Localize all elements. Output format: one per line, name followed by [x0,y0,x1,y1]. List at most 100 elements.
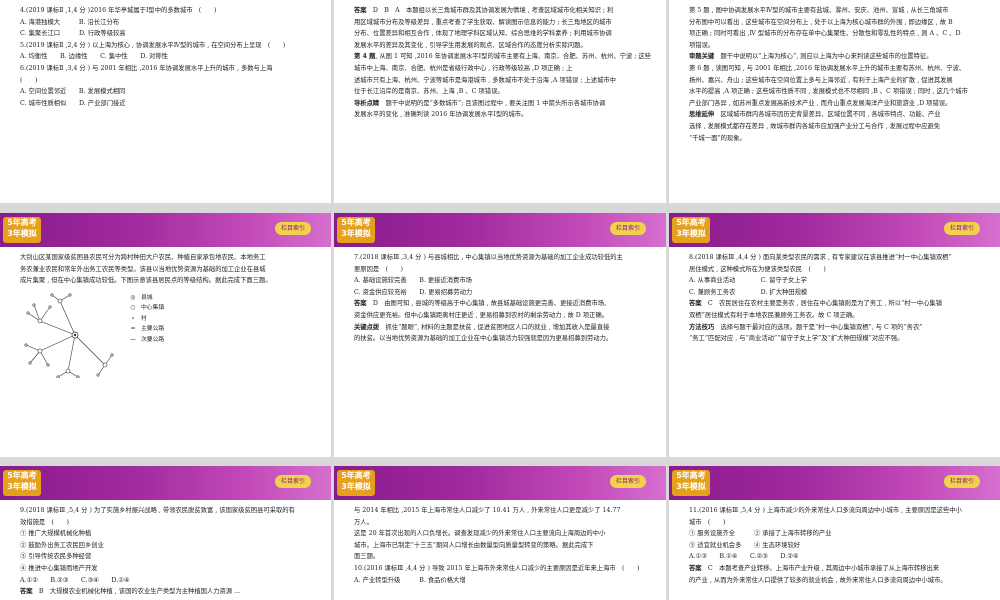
text-line: 第 6 题 , 读图可知 , 与 2001 年相比 ,2016 年协调发展水平上… [689,64,966,72]
slide-header: 5年高考 3年模拟 栏目索引 [334,213,666,247]
logo-line-1: 5年高考 [7,471,37,480]
slide-5: 5年高考 3年模拟 栏目索引 7.(2018 课标Ⅲ ,3,4 分 ) 与县城相比… [334,213,666,457]
logo-line-2: 3年模拟 [7,229,37,238]
text-line: 的扶贫。以当地优势资源为基础的加工企业在中心集镇活力较强就是因为更易招募到劳动力… [354,335,613,343]
text-line: A. 基础设施较完善 B. 更接近消费市场 [354,277,472,285]
ext-line: 思维延伸 区域城市群内各城市因历史背景差异、区域位置不同 , 各城市特点、功能、… [689,109,986,121]
text-line: A.①③ B.①④ C.②③ D.②④ [689,553,799,561]
legend-item: ━ 主要公路 [125,324,164,335]
text-line: C. 兼顾务工务农 D. 扩大种田规模 [689,288,808,296]
slide-6-body: 8.(2018 课标Ⅲ ,4,4 分 ) 面向某类型农民的需求 , 有专家建议在… [669,247,1000,345]
text-line: ③ 适宜就业机会多 ④ 生态环境较好 [689,541,801,549]
slide-9: 5年高考 3年模拟 栏目索引 11.(2016 课标Ⅲ ,5,4 分 ) 上海市减… [669,466,1000,600]
legend-symbol: ━ [131,326,135,333]
slide-1: 4.(2019 课标Ⅱ ,1,4 分 )2016 年华亭城属于Ⅰ型中的多数城市 … [0,0,331,203]
legend-item: ∘ 村 [125,314,164,325]
logo: 5年高考 3年模拟 [3,217,41,243]
text-line: 万人。 [354,518,373,526]
answer-text: C 本题考查产业转移。上海市产业升级 , 其周边中小城市承接了从上海市转移出来 [707,564,940,572]
review-label: 审题关键 [689,53,715,61]
logo-line-2: 3年模拟 [7,482,37,491]
text-line: 项正确 ; 同时可看出 ,Ⅳ 型城市的分布存在单中心集聚性、分散性和零乱性的特点… [689,30,961,38]
text-line: 发展水平的差异及其变化 , 引导学生用发展的观点、区域合作的态度分析实际问题。 [354,41,587,49]
text-line: 城市 ( ) [689,518,726,526]
answer-text: D 由图可知 , 县城的等级高于中心集镇 , 故县城基础设施更完善、更接近消费市… [372,300,611,308]
logo: 5年高考 3年模拟 [672,470,710,496]
answer-label: 答案 [689,564,702,572]
answer-label: 答案 [354,7,367,14]
text-line: 5.(2019 课标Ⅱ ,2,4 分 ) 以上海为核心 , 协调发展水平Ⅳ型的城… [20,41,286,49]
legend-item: ○ 中心集镇 [125,303,164,314]
key-label: 关键点拨 [354,323,380,331]
text-line: 大别山区某国家级贫困县农民可分为跨村种田大户农民、种植自家承包地农民、本地务工 [20,254,266,261]
answer-label: 答案 [689,300,702,308]
answer-line: 答案 D 由图可知 , 县城的等级高于中心集镇 , 故县城基础设施更完善、更接近… [354,298,652,310]
text-line: 10.(2016 课标Ⅲ ,4,4 分 ) 导致 2015 年上海市外来常住人口… [354,564,640,572]
logo-line-2: 3年模拟 [341,229,371,238]
legend-label: 主要公路 [141,326,165,333]
index-button[interactable]: 栏目索引 [943,475,980,488]
text-line: 面三题。 [354,553,380,561]
text-line: C. 城市性质相似 D. 产业部门接近 [20,99,126,107]
text-line: 与 2014 年相比 ,2015 年上海市常住人口减少了 10.41 万人 , … [354,507,621,514]
ext-label: 思维延伸 [689,111,715,119]
text-line: 成片集聚 , 但在中心集镇成功较低。下图示意该县居民点的等级结构。据此完成下面三… [20,277,272,285]
slide-header: 5年高考 3年模拟 栏目索引 [334,466,666,500]
text-line: 4.(2019 课标Ⅱ ,1,4 分 )2016 年华亭城属于Ⅰ型中的多数城市 … [20,7,217,14]
text-line: 7.(2018 课标Ⅲ ,3,4 分 ) 与县城相比 , 中心集镇以当地优势资源… [354,254,623,261]
slide-4: 5年高考 3年模拟 栏目索引 大别山区某国家级贫困县农民可分为跨村种田大户农民、种… [0,213,331,457]
tip-text: 题干中说明的是“多数城市”; 且该图过程中 , 要关注图 1 中箭头所示各城市协… [385,99,606,107]
legend-label: 次要公路 [141,336,165,343]
text-line: ① 服务设施齐全 ② 承接了上海市转移的产业 [689,530,832,538]
text-line: 扬州、嘉兴、舟山 ; 这些城市在空间位置上多与上海邻近 , 有利于上海产业的扩散… [689,76,953,84]
text-line: A. 海港独模大 B. 沿长江分布 [20,18,120,26]
answer-line: 答案 C 农民居住在农村主要是务农 , 居住在中心集镇则是为了务工 , 所以“村… [689,298,986,310]
text-line: A. 从事商业活动 C. 留守子女上学 [689,277,807,285]
tip-label: 导析点睛 [354,99,380,107]
text-line: ( ) [20,76,38,84]
index-button[interactable]: 栏目索引 [274,222,311,235]
legend-item: — 次要公路 [125,335,164,346]
text-line: 11.(2016 课标Ⅲ ,5,4 分 ) 上海市减少的外来常住人口多流向周边中… [689,507,962,514]
text-line: 双栖”居住模式有利于本地农民兼顾务工务农。故 C 项正确。 [689,311,859,319]
text-line: 位于长江沿岸的是南京、苏州、上海 ,B 、C 项错误。 [354,88,504,96]
index-button[interactable]: 栏目索引 [274,475,311,488]
logo: 5年高考 3年模拟 [337,470,375,496]
text-line: A. 空间位置邻近 B. 发展模式相同 [20,88,126,96]
text-line: 的产业 , 从而为外来常住人口提供了较多的就业机会 , 故外来常住人口多流向周边… [689,576,947,584]
answer-label: 答案 [354,300,367,308]
text-line: ④ 推进中心集镇而地产开发 [20,564,98,572]
settlement-diagram: ◎ 县城 ○ 中心集镇 ∘ 村 ━ 主要公路 — 次要公路 [20,293,313,378]
review-line: 审题关键 题干中说明以“上海为核心”, 则应以上海为中心来判读这些城市的位置特征… [689,51,986,63]
text-line: 项错误。 [689,41,715,49]
text-line: 要原因是 ( ) [354,265,403,273]
text-line: A. 均衡性 B. 边缘性 C. 集中性 D. 对称性 [20,53,168,61]
legend-symbol: ○ [130,305,136,312]
logo-line-1: 5年高考 [676,471,706,480]
logo: 5年高考 3年模拟 [337,217,375,243]
text-line: A.①② B.②③ C.③④ D.①④ [20,576,130,584]
index-button[interactable]: 栏目索引 [609,222,646,235]
legend-label: 县城 [141,294,153,301]
slide-2-body: 答案 D B A 本题组以长三角城市群及其协调发展为情境 , 考查区域城市化相关… [334,0,666,121]
text-line: 产业部门各异 , 如苏州重点发展高新技术产业 , 而舟山重点发展海洋产业和旅游业… [689,99,952,107]
legend-symbol: ◎ [130,294,136,301]
logo-line-1: 5年高考 [341,471,371,480]
index-button[interactable]: 栏目索引 [609,475,646,488]
slide-header: 5年高考 3年模拟 栏目索引 [0,466,331,500]
method-label: 方法技巧 [689,323,715,331]
text-line: 资金供应更充裕。但中心集镇距离村庄更近 , 更易招募到农村的剩余劳动力 , 故 … [354,311,609,319]
slide-4-body: 大别山区某国家级贫困县农民可分为跨村种田大户农民、种植自家承包地农民、本地务工 … [0,247,331,378]
index-button[interactable]: 栏目索引 [943,222,980,235]
text-line: 分布、位置差异和相互合作 , 体现了地理学科区域认知、综合思维的学科素养 ; 利… [354,30,612,38]
slide-1-body: 4.(2019 课标Ⅱ ,1,4 分 )2016 年华亭城属于Ⅰ型中的多数城市 … [0,0,331,109]
legend-symbol: ∘ [131,315,135,322]
logo-line-1: 5年高考 [341,218,371,227]
text-line: C. 资金供应较充裕 D. 更易招募劳动力 [354,288,473,296]
slide-7: 5年高考 3年模拟 栏目索引 9.(2018 课标Ⅲ ,5,4 分 ) 为了实施乡… [0,466,331,600]
answer-text: C 农民居住在农村主要是务农 , 居住在中心集镇则是为了务工 , 所以“村一中心… [707,300,943,308]
logo-line-1: 5年高考 [7,218,37,227]
text-line: 第 5 题 , 图中协调发展水平Ⅳ型的城市主要有盐城、滁州、安庆、池州、宣城 ,… [689,7,949,14]
text-line: 这是 20 年首次出现的人口负增长。调查发现减少的外来常住人口主要流向上海周边的… [354,530,606,538]
text-line: 6.(2019 课标Ⅱ ,3,4 分 ) 与 2001 年相比 ,2016 年协… [20,64,273,72]
